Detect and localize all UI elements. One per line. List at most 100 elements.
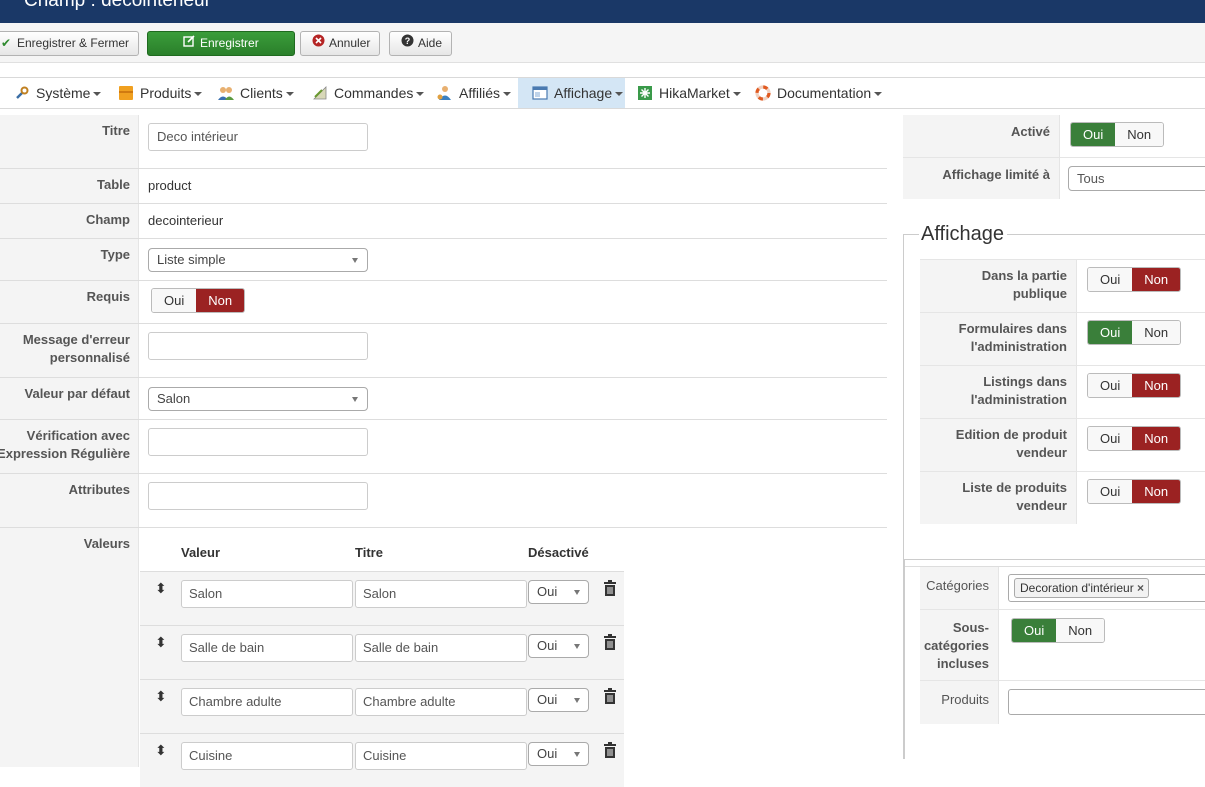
champ-value: decointerieur [148,213,224,228]
chevron-down-icon [574,644,580,649]
desactive-select[interactable]: Oui [528,580,589,604]
chevron-down-icon [874,92,883,96]
trash-icon[interactable] [603,742,617,758]
save-close-button[interactable]: ✔ Enregistrer & Fermer [0,31,140,56]
aff-toggle[interactable]: Oui Non [1087,426,1182,451]
titre-input[interactable]: Salon [355,580,527,608]
titre-input[interactable]: Salle de bain [355,634,527,662]
toggle-non[interactable]: Non [1132,374,1181,397]
help-button[interactable]: ? Aide [389,31,453,56]
aff-row: Liste de produits vendeur Oui Non [920,471,1205,524]
toggle-non[interactable]: Non [1132,427,1181,450]
drag-handle-icon[interactable]: ⬍ [155,581,167,595]
aff-row: Edition de produit vendeur Oui Non [920,418,1205,472]
toggle-oui[interactable]: Oui [1088,427,1133,450]
row-message: Message d'erreur personnalisé [0,323,887,378]
row-label-cell: Produits [920,681,999,724]
row-label-cell: Listings dans l'administration [920,366,1077,419]
trash-icon[interactable] [603,580,617,596]
toggle-non[interactable]: Non [1132,321,1181,344]
menu-item-affilies[interactable]: Affiliés [423,78,511,108]
toggle-oui[interactable]: Oui [152,289,197,312]
label-line: personnalisé [49,350,130,365]
type-select[interactable]: Liste simple [148,248,368,272]
toggle-non[interactable]: Non [1115,123,1164,146]
menu-item-hikamarket[interactable]: HikaMarket [623,78,741,108]
toggle-oui[interactable]: Oui [1088,374,1133,397]
row-limit: Affichage limité à Tous [903,157,1205,199]
trash-icon[interactable] [603,688,617,704]
row-active: Activé Oui Non [903,115,1205,158]
chevron-down-icon [352,397,358,402]
active-toggle[interactable]: Oui Non [1070,122,1165,147]
valeur-input[interactable]: Salon [181,580,353,608]
default-select[interactable]: Salon [148,387,368,411]
aff-toggle[interactable]: Oui Non [1087,479,1182,504]
column-header-titre: Titre [355,545,383,560]
limit-select[interactable]: Tous [1068,166,1205,191]
check-icon: ✔ [0,36,12,50]
requis-toggle[interactable]: Oui Non [151,288,246,313]
toggle-oui[interactable]: Oui [1088,268,1133,291]
toggle-oui[interactable]: Oui [1071,123,1116,146]
page-header: Champ : decointerieur [0,0,1205,23]
desactive-value: Oui [537,584,558,599]
active-label: Activé [1010,124,1050,139]
toggle-oui[interactable]: Oui [1088,480,1133,503]
toggle-non[interactable]: Non [1132,480,1181,503]
toggle-oui[interactable]: Oui [1012,619,1057,642]
cancel-button[interactable]: Annuler [300,31,381,56]
message-input[interactable] [148,332,368,360]
drag-handle-icon[interactable]: ⬍ [155,635,167,649]
row-categories: Catégories Decoration d'intérieur × [920,567,1205,610]
menu-label: Clients [240,85,283,101]
menu-item-documentation[interactable]: Documentation [741,78,883,108]
aff-toggle[interactable]: Oui Non [1087,267,1182,292]
titre-input[interactable]: Chambre adulte [355,688,527,716]
row-label-cell: Requis [0,281,139,324]
subcats-toggle[interactable]: Oui Non [1011,618,1106,643]
label-line: Vérification avec [26,428,130,443]
attributes-input[interactable] [148,482,368,510]
drag-handle-icon[interactable]: ⬍ [155,743,167,757]
label-line: incluses [936,656,989,671]
toggle-non[interactable]: Non [1132,268,1181,291]
menu-item-commandes[interactable]: Commandes [298,78,425,108]
menu-label: Commandes [334,85,414,101]
menu-item-systeme[interactable]: Système [0,78,102,108]
menu-label: Affichage [554,85,613,101]
row-label-cell: Edition de produit vendeur [920,419,1077,472]
produits-input[interactable] [1008,689,1205,715]
menu-item-clients[interactable]: Clients [204,78,294,108]
aff-toggle[interactable]: Oui Non [1087,320,1182,345]
titre-input[interactable]: Cuisine [355,742,527,770]
menu-item-produits[interactable]: Produits [104,78,203,108]
toggle-non[interactable]: Non [1056,619,1105,642]
aff-toggle[interactable]: Oui Non [1087,373,1182,398]
valeur-input[interactable]: Chambre adulte [181,688,353,716]
cancel-label: Annuler [329,36,371,50]
valeur-input[interactable]: Cuisine [181,742,353,770]
toggle-oui[interactable]: Oui [1088,321,1133,344]
row-label-cell: Sous-catégories incluses [920,610,999,681]
menu-item-affichage[interactable]: Affichage [518,78,625,108]
column-header-desactive: Désactivé [528,545,589,560]
desactive-select[interactable]: Oui [528,688,589,712]
close-icon[interactable]: × [1137,581,1144,595]
toggle-non[interactable]: Non [196,289,245,312]
category-tag-label: Decoration d'intérieur [1020,581,1134,595]
regex-input[interactable] [148,428,368,456]
save-button[interactable]: Enregistrer [147,31,295,56]
trash-icon[interactable] [603,634,617,650]
categories-input[interactable]: Decoration d'intérieur × [1008,574,1205,602]
hikamarket-icon [636,85,654,101]
chevron-down-icon [352,258,358,263]
chevron-down-icon [615,92,624,96]
row-label-cell: Message d'erreur personnalisé [0,324,139,378]
chevron-down-icon [732,92,741,96]
drag-handle-icon[interactable]: ⬍ [155,689,167,703]
desactive-select[interactable]: Oui [528,742,589,766]
titre-input[interactable]: Deco intérieur [148,123,368,151]
desactive-select[interactable]: Oui [528,634,589,658]
valeur-input[interactable]: Salle de bain [181,634,353,662]
